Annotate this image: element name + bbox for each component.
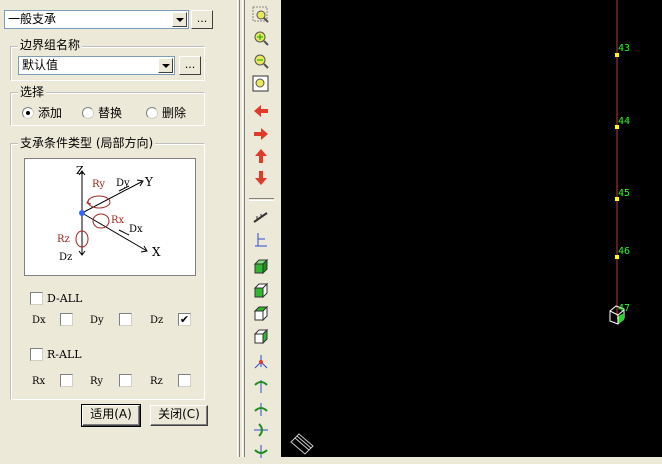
ucs-icon [290,433,314,455]
axis-dx-label: Dx [129,224,143,235]
ry-checkbox[interactable] [119,374,132,387]
toolbar-splitter[interactable] [242,0,245,457]
dx-checkbox[interactable] [60,313,73,326]
node-icon[interactable] [251,352,271,372]
group-name-label: 边界组名称 [18,38,83,52]
angle-icon[interactable] [251,207,271,227]
view-top-icon[interactable] [251,304,271,324]
axis-x-label: X [152,245,161,259]
dz-label: Dz [150,315,164,326]
dy-label: Dy [90,315,104,326]
node-label-45: 45 [618,188,631,199]
pan-left-icon[interactable] [251,101,271,121]
chevron-down-icon[interactable] [158,58,173,73]
zoom-in-icon[interactable] [251,28,271,48]
rotate-x-icon[interactable] [251,441,271,461]
d-all-checkbox[interactable] [30,292,43,305]
support-conditions-label: 支承条件类型 (局部方向) [18,136,156,150]
checkmark-icon: ✔ [179,313,190,326]
axis-y-label: Y [145,175,153,189]
rz-checkbox[interactable] [178,374,191,387]
node-label-47: 47 [618,303,631,314]
node-label-43: 43 [618,43,631,54]
group-name-combo[interactable]: 默认值 [18,56,175,75]
close-button[interactable]: 关闭(C) [150,405,208,426]
axes-diagram-svg [75,170,148,256]
model-view-svg[interactable] [281,0,662,457]
radio-replace-label[interactable]: 替换 [98,106,122,120]
axis-z-label: Z [76,164,84,177]
support-type-value: 一般支承 [8,12,57,26]
rotate-y-icon[interactable] [251,399,271,419]
group-name-value: 默认值 [22,58,59,72]
axis-ry-label: Ry [92,179,106,190]
axis-dz-label: Dz [59,252,73,263]
select-label: 选择 [18,85,47,99]
pan-up-icon[interactable] [251,146,271,166]
radio-delete-label[interactable]: 删除 [162,106,186,120]
r-all-label[interactable]: R-ALL [47,348,82,362]
boundary-panel: 一般支承 ... 边界组名称 默认值 ... 选择 添加 替换 删除 支承条件类… [0,0,238,457]
d-all-label[interactable]: D-ALL [47,292,82,306]
radio-replace[interactable] [82,107,94,119]
rotate-icon[interactable] [251,376,271,396]
axis-dy-label: Dy [116,178,130,189]
zoom-window-icon[interactable] [251,5,271,25]
model-canvas[interactable]: 43 44 45 46 47 [281,0,662,457]
view-front-icon[interactable] [251,281,271,301]
panel-splitter[interactable] [237,0,240,457]
radio-delete[interactable] [146,107,158,119]
radio-add-label[interactable]: 添加 [38,106,62,120]
r-all-checkbox[interactable] [30,348,43,361]
dy-checkbox[interactable] [119,313,132,326]
chevron-down-icon[interactable] [172,12,187,27]
axis-rx-label: Rx [111,215,125,226]
dimension-icon[interactable] [251,230,271,250]
support-type-more-button[interactable]: ... [191,10,213,29]
rx-checkbox[interactable] [60,374,73,387]
zoom-fit-icon[interactable] [251,74,271,94]
toolbar-separator [249,198,274,201]
view-iso-icon[interactable] [251,257,271,277]
node-label-46: 46 [618,246,631,257]
rotate-z-icon[interactable] [251,420,271,440]
zoom-out-icon[interactable] [251,51,271,71]
view-side-icon[interactable] [251,327,271,347]
dx-label: Dx [32,315,46,326]
support-diagram: Z Y X Ry Dy Rx Dx Rz Dz [24,158,196,276]
view-toolbar [247,0,276,458]
pan-down-icon[interactable] [251,168,271,188]
rx-label: Rx [32,376,46,387]
radio-add[interactable] [22,107,34,119]
axis-rz-label: Rz [57,234,70,245]
pan-right-icon[interactable] [251,124,271,144]
rz-label: Rz [150,376,163,387]
ry-label: Ry [90,376,104,387]
support-type-combo[interactable]: 一般支承 [4,10,189,29]
node-label-44: 44 [618,116,631,127]
apply-button[interactable]: 适用(A) [81,404,141,427]
group-name-more-button[interactable]: ... [179,56,201,75]
dz-checkbox[interactable]: ✔ [178,313,191,326]
